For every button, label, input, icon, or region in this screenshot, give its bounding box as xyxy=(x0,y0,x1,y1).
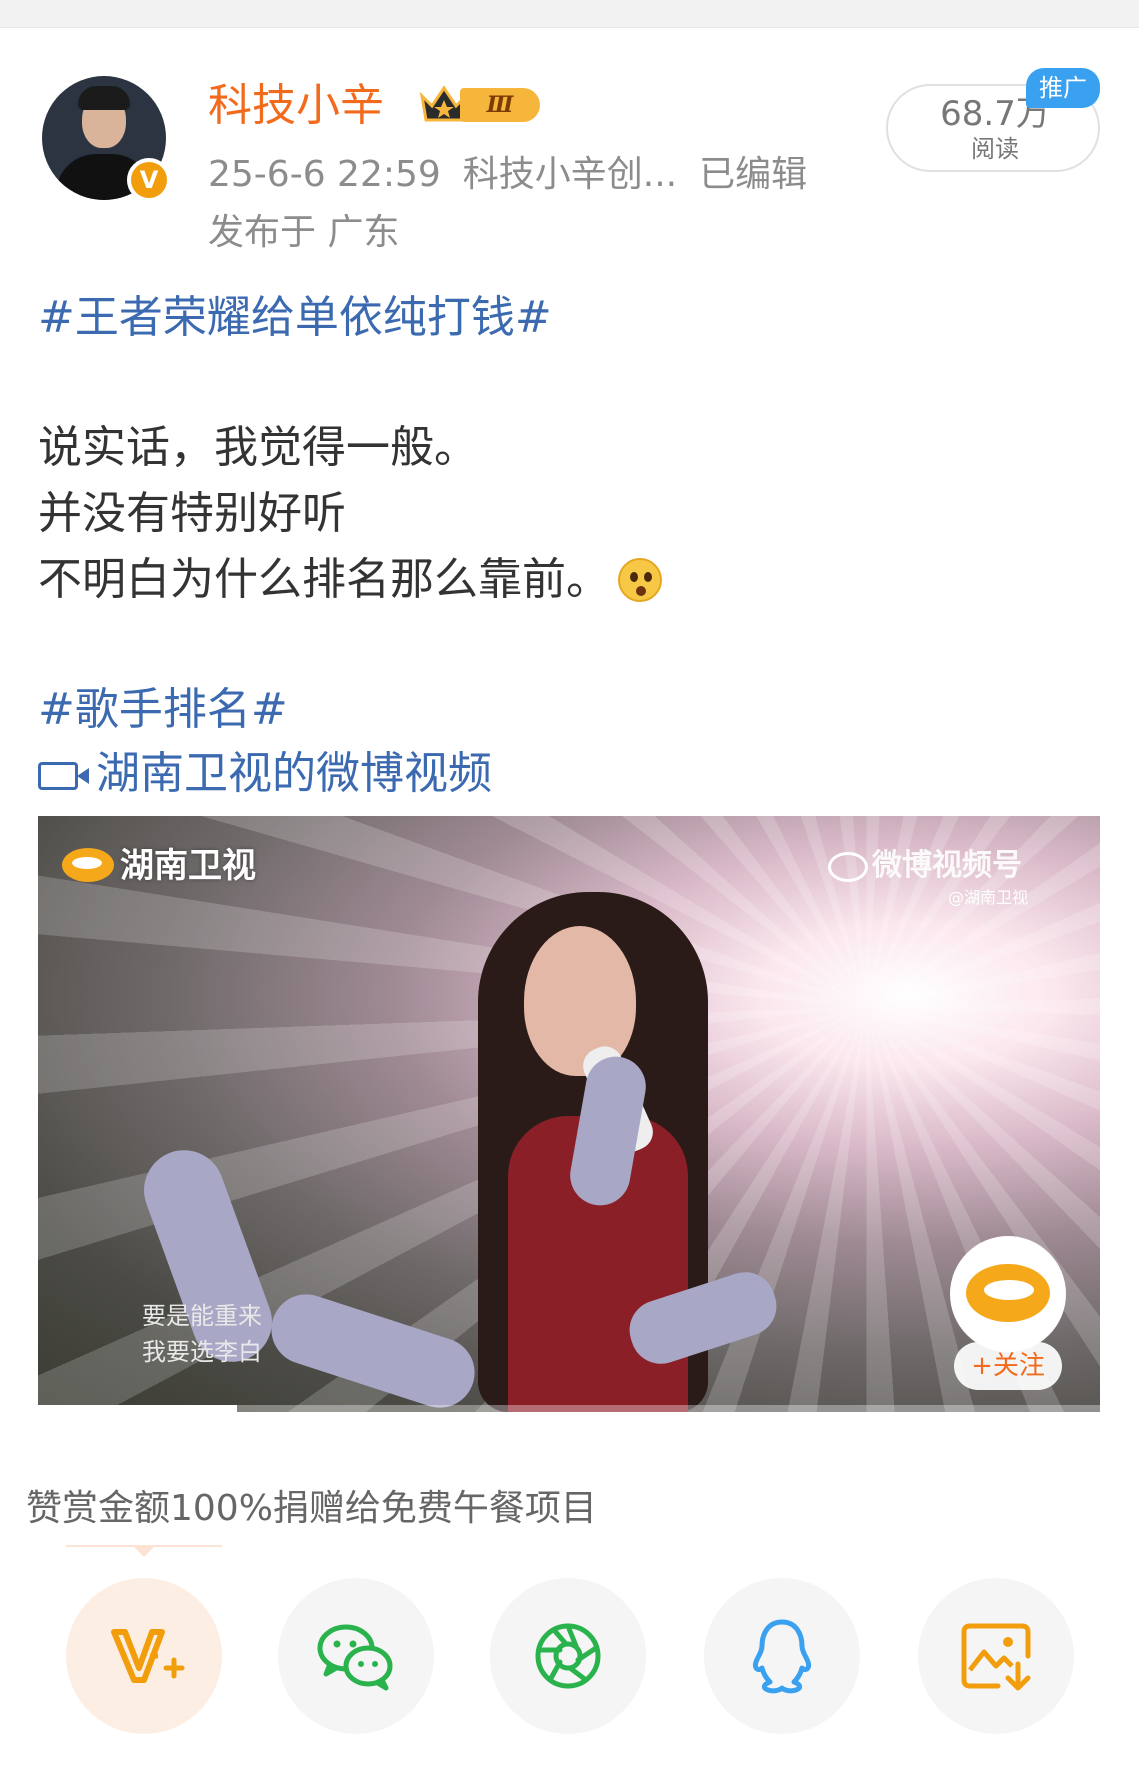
surprised-emoji-icon xyxy=(618,558,662,602)
save-image-button[interactable] xyxy=(918,1578,1074,1734)
share-moments-button[interactable] xyxy=(490,1578,646,1734)
topic-link[interactable]: #歌手排名# xyxy=(38,682,288,738)
video-camera-icon xyxy=(38,762,89,790)
donation-pointer xyxy=(132,1545,156,1557)
v-plus-icon xyxy=(111,1629,185,1683)
post-text-line: 不明白为什么排名那么靠前。 xyxy=(38,554,610,605)
video-link[interactable]: 湖南卫视的微博视频 xyxy=(38,746,492,802)
video-progress-bar[interactable] xyxy=(38,1405,1100,1412)
post-source[interactable]: 科技小辛创... xyxy=(463,154,677,195)
vip-badge[interactable]: Ⅲ xyxy=(418,80,542,128)
watermark-text: 微博视频号 xyxy=(872,848,1022,883)
weibo-video-watermark: 微博视频号 @湖南卫视 xyxy=(828,842,1078,912)
post-text-line: 说实话，我觉得一般。 xyxy=(38,422,478,473)
v-plus-button[interactable] xyxy=(66,1578,222,1734)
wechat-icon xyxy=(317,1624,393,1691)
share-wechat-button[interactable] xyxy=(278,1578,434,1734)
channel-logo-text: 湖南卫视 xyxy=(120,846,256,886)
vip-level-tag: Ⅲ xyxy=(460,88,540,122)
subtitle-line: 要是能重来 xyxy=(142,1302,262,1330)
read-label: 阅读 xyxy=(971,135,1019,163)
donation-note: 赞赏金额100%捐赠给免费午餐项目 xyxy=(26,1488,597,1529)
post-meta: 25-6-6 22:59 科技小辛创... 已编辑 xyxy=(208,152,829,198)
video-link-label: 湖南卫视的微博视频 xyxy=(96,748,492,799)
video-subtitles: 要是能重来 我要选李白 xyxy=(142,1298,262,1370)
channel-avatar-icon[interactable] xyxy=(950,1236,1066,1352)
video-player[interactable]: 湖南卫视 微博视频号 @湖南卫视 要是能重来 我要选李白 +关注 xyxy=(38,816,1100,1412)
weibo-post: V 科技小辛 Ⅲ 25-6-6 22:59 科技小辛创... 已编辑 发布于 广东 … xyxy=(0,0,1139,1781)
video-progress-fill xyxy=(38,1405,237,1412)
weibo-eye-icon xyxy=(828,852,868,882)
post-time: 25-6-6 22:59 xyxy=(208,154,441,195)
subtitle-line: 我要选李白 xyxy=(142,1338,262,1366)
verified-badge-icon: V xyxy=(127,158,171,202)
follow-button[interactable]: +关注 xyxy=(954,1342,1062,1390)
qq-icon xyxy=(753,1619,811,1694)
post-text-line: 并没有特别好听 xyxy=(38,488,346,539)
edited-label[interactable]: 已编辑 xyxy=(699,154,807,195)
author-name[interactable]: 科技小辛 xyxy=(208,78,384,134)
topic-link[interactable]: #王者荣耀给单依纯打钱# xyxy=(38,290,552,346)
promote-tag[interactable]: 推广 xyxy=(1026,68,1100,108)
moments-icon xyxy=(535,1623,601,1689)
save-image-icon xyxy=(961,1623,1031,1691)
hunan-tv-logo-icon xyxy=(62,848,114,882)
post-text-line-with-emoji: 不明白为什么排名那么靠前。 xyxy=(38,552,662,608)
watermark-handle: @湖南卫视 xyxy=(948,888,1029,907)
follow-channel[interactable]: +关注 xyxy=(950,1236,1066,1396)
avatar-hair xyxy=(78,86,130,110)
share-qq-button[interactable] xyxy=(704,1578,860,1734)
post-location: 发布于 广东 xyxy=(208,212,400,253)
